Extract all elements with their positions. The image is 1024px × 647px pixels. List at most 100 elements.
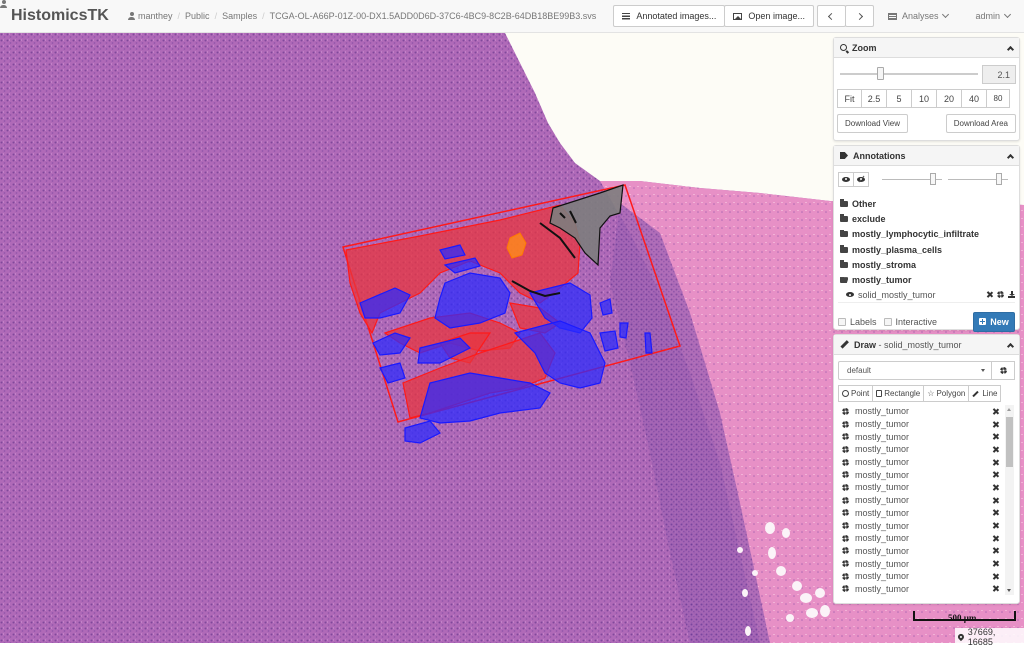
annotations-panel-header[interactable]: Annotations (834, 146, 1019, 166)
annotation-element-item[interactable]: mostly_tumor (838, 405, 1015, 418)
next-image-button[interactable] (844, 5, 874, 27)
delete-icon[interactable] (992, 509, 999, 516)
element-name[interactable]: mostly_tumor (855, 457, 988, 467)
delete-icon[interactable] (992, 522, 999, 529)
gear-icon[interactable] (842, 509, 849, 517)
element-name[interactable]: mostly_tumor (855, 584, 988, 594)
previous-image-button[interactable] (816, 5, 846, 27)
gear-icon[interactable] (842, 433, 849, 441)
delete-icon[interactable] (992, 471, 999, 478)
breadcrumb-folder[interactable]: Samples (222, 11, 257, 21)
gear-icon[interactable] (842, 547, 849, 555)
gear-icon[interactable] (842, 534, 849, 542)
draw-polygon-button[interactable]: ☆ Polygon (923, 385, 970, 402)
annotation-group-mostly-plasma-cells[interactable]: mostly_plasma_cells (838, 242, 1015, 257)
element-name[interactable]: mostly_tumor (855, 571, 988, 581)
show-all-button[interactable] (838, 171, 854, 187)
breadcrumb-user[interactable]: manthey (138, 11, 173, 21)
delete-icon[interactable] (986, 291, 993, 298)
element-name[interactable]: mostly_tumor (855, 533, 988, 543)
chevron-up-icon[interactable] (1006, 153, 1015, 161)
scrollbar-thumb[interactable] (1006, 417, 1013, 467)
scroll-up-icon[interactable] (1007, 408, 1011, 411)
download-area-button[interactable]: Download Area (945, 114, 1016, 133)
annotated-images-button[interactable]: Annotated images... (613, 5, 726, 27)
zoom-panel-header[interactable]: Zoom (834, 38, 1019, 58)
element-name[interactable]: mostly_tumor (855, 419, 988, 429)
fill-opacity-slider-handle[interactable] (996, 172, 1002, 185)
zoom-preset-5[interactable]: 5 (886, 89, 912, 108)
zoom-slider-handle[interactable] (877, 67, 885, 80)
interactive-checkbox[interactable] (883, 317, 892, 326)
zoom-slider[interactable] (840, 67, 978, 80)
stroma-region[interactable] (619, 322, 629, 339)
gear-icon[interactable] (842, 483, 849, 491)
gear-icon[interactable] (842, 496, 849, 504)
style-settings-button[interactable] (991, 361, 1015, 380)
element-name[interactable]: mostly_tumor (855, 559, 988, 569)
user-menu[interactable]: admin (970, 10, 1012, 21)
element-name[interactable]: mostly_tumor (855, 470, 988, 480)
annotation-element-item[interactable]: mostly_tumor (838, 532, 1015, 545)
hide-all-button[interactable] (853, 171, 869, 187)
chevron-up-icon[interactable] (1006, 45, 1015, 53)
element-name[interactable]: mostly_tumor (855, 482, 988, 492)
draw-panel-header[interactable]: Draw - solid_mostly_tumor (834, 335, 1019, 355)
draw-line-button[interactable]: Line (968, 385, 1002, 402)
element-name[interactable]: mostly_tumor (855, 546, 988, 556)
zoom-preset-20[interactable]: 20 (936, 89, 962, 108)
annotation-element-item[interactable]: mostly_tumor (838, 557, 1015, 570)
opacity-slider-handle[interactable] (930, 172, 936, 185)
annotation-group-mostly-lymphocytic-infiltrate[interactable]: mostly_lymphocytic_infiltrate (838, 227, 1015, 242)
element-name[interactable]: mostly_tumor (855, 495, 988, 505)
download-view-button[interactable]: Download View (837, 114, 908, 133)
delete-icon[interactable] (992, 433, 999, 440)
zoom-preset-80[interactable]: 80 (986, 89, 1010, 108)
gear-icon[interactable] (842, 407, 849, 415)
element-name[interactable]: mostly_tumor (855, 444, 988, 454)
fill-opacity-slider[interactable] (948, 172, 1008, 185)
annotation-group-other[interactable]: Other (838, 196, 1015, 211)
delete-icon[interactable] (992, 585, 999, 592)
draw-point-button[interactable]: Point (838, 385, 874, 402)
labels-checkbox[interactable] (838, 317, 846, 326)
chevron-up-icon[interactable] (1006, 342, 1015, 350)
gear-icon[interactable] (842, 471, 849, 479)
delete-icon[interactable] (992, 560, 999, 567)
scroll-down-icon[interactable] (1007, 589, 1011, 592)
breadcrumb-collection[interactable]: Public (185, 11, 210, 21)
zoom-preset-10[interactable]: 10 (911, 89, 937, 108)
annotation-element-item[interactable]: mostly_tumor (838, 494, 1015, 507)
scrollbar[interactable] (1005, 405, 1014, 595)
annotation-element-item[interactable]: mostly_tumor (838, 481, 1015, 494)
delete-icon[interactable] (992, 459, 999, 466)
eye-icon[interactable] (846, 292, 854, 298)
annotation-name[interactable]: solid_mostly_tumor (858, 290, 982, 300)
annotation-element-item[interactable]: mostly_tumor (838, 430, 1015, 443)
annotation-elements-list[interactable]: mostly_tumor mostly_tumor mostly_tumor most… (838, 405, 1015, 595)
element-name[interactable]: mostly_tumor (855, 432, 988, 442)
element-name[interactable]: mostly_tumor (855, 406, 988, 416)
annotation-item[interactable]: solid_mostly_tumor (838, 288, 1015, 303)
annotation-element-item[interactable]: mostly_tumor (838, 468, 1015, 481)
annotation-element-item[interactable]: mostly_tumor (838, 443, 1015, 456)
draw-rectangle-button[interactable]: Rectangle (872, 385, 925, 402)
gear-icon[interactable] (842, 445, 849, 453)
delete-icon[interactable] (992, 497, 999, 504)
gear-icon[interactable] (842, 560, 849, 568)
element-name[interactable]: mostly_tumor (855, 521, 988, 531)
element-name[interactable]: mostly_tumor (855, 508, 988, 518)
delete-icon[interactable] (992, 573, 999, 580)
annotation-element-item[interactable]: mostly_tumor (838, 519, 1015, 532)
delete-icon[interactable] (992, 421, 999, 428)
app-brand[interactable]: HistomicsTK (0, 7, 128, 25)
annotation-group-mostly-tumor[interactable]: mostly_tumor (838, 272, 1015, 287)
annotation-element-item[interactable]: mostly_tumor (838, 545, 1015, 558)
delete-icon[interactable] (992, 535, 999, 542)
delete-icon[interactable] (992, 408, 999, 415)
annotation-element-item[interactable]: mostly_tumor (838, 456, 1015, 469)
zoom-preset-2.5[interactable]: 2.5 (861, 89, 887, 108)
gear-icon[interactable] (842, 522, 849, 530)
zoom-preset-40[interactable]: 40 (961, 89, 987, 108)
download-icon[interactable] (1008, 291, 1015, 299)
